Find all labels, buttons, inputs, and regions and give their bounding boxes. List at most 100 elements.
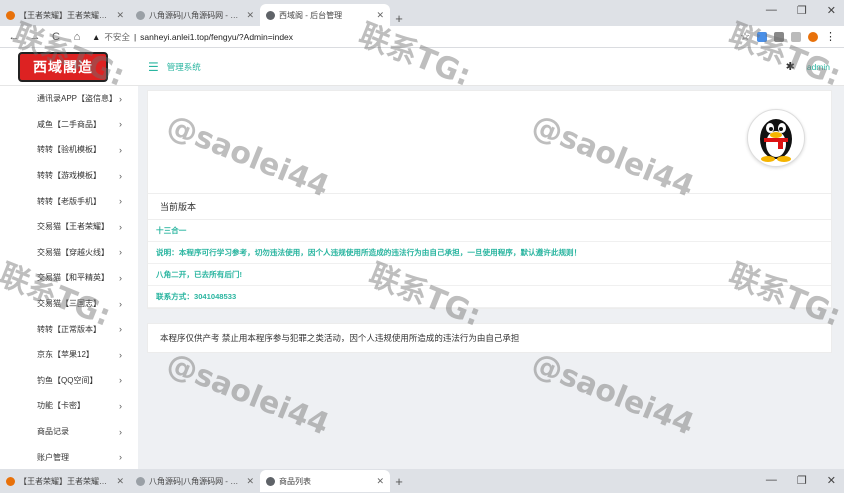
tab-label: 八角源码|八角源码网 - 打造国内…	[149, 476, 242, 486]
sidebar-item-label: 京东【苹果12】	[37, 350, 94, 360]
close-window-icon[interactable]: ✕	[827, 474, 836, 487]
back-icon[interactable]: ←	[8, 31, 20, 43]
chevron-right-icon: ›	[119, 298, 122, 309]
close-tab-icon[interactable]: ✕	[246, 476, 254, 487]
close-tab-icon[interactable]: ✕	[116, 476, 124, 487]
address-bar: ← → C ⌂ ▲ 不安全 | sanheyi.anlei1.top/fengy…	[0, 26, 844, 48]
card-banner	[148, 91, 831, 194]
minimize-icon[interactable]: —	[766, 474, 777, 487]
close-tab-icon[interactable]: ✕	[116, 10, 124, 21]
site-logo[interactable]: 西域閣造	[18, 51, 108, 82]
forward-icon[interactable]: →	[29, 31, 41, 43]
tab-label: 商品列表	[279, 476, 311, 486]
tab-label: 西域阁 - 后台管理	[279, 10, 343, 20]
settings-icon[interactable]: ✱	[786, 60, 795, 73]
chevron-right-icon: ›	[119, 119, 122, 130]
tab-label: 八角源码|八角源码网 - 打造国内…	[149, 10, 242, 20]
sidebar-item[interactable]: 转转【老版手机】 ›	[0, 188, 138, 214]
close-tab-icon[interactable]: ✕	[246, 10, 254, 21]
sidebar-item[interactable]: 咸鱼【二手商品】 ›	[0, 112, 138, 138]
sidebar-item-label: 交易猫【穿越火线】	[37, 247, 109, 257]
chevron-right-icon: ›	[119, 93, 122, 104]
info-line-backdoor: 八角二开，已去所有后门!	[148, 264, 831, 286]
favicon-icon	[6, 476, 15, 486]
info-line-contact: 联系方式：3041048533	[148, 286, 831, 308]
watermark-text: @saolei44	[161, 346, 334, 443]
star-icon[interactable]: ☆	[740, 30, 750, 43]
penguin-icon	[760, 119, 792, 162]
browser-tab-active[interactable]: 西域阁 - 后台管理 ✕	[260, 4, 390, 26]
sidebar-item-label: 通讯录APP【盗信息】	[37, 94, 118, 104]
sidebar-item[interactable]: 商品记录 ›	[0, 419, 138, 445]
user-area: ✱ admin	[786, 60, 830, 73]
window-controls: — ❐ ✕	[766, 4, 836, 17]
close-tab-icon[interactable]: ✕	[376, 10, 384, 21]
url-divider: |	[133, 31, 137, 42]
favicon-icon	[266, 10, 275, 20]
chevron-right-icon: ›	[119, 247, 122, 258]
sidebar-item[interactable]: 交易猫【和平精英】 ›	[0, 265, 138, 291]
sidebar-item-label: 转转【游戏模板】	[37, 171, 101, 181]
restore-icon[interactable]: ❐	[797, 474, 807, 487]
tab-label: 【王者荣耀】王者荣耀账号_8|彩…	[19, 476, 113, 486]
sidebar-item[interactable]: 交易猫【王者荣耀】 ›	[0, 214, 138, 240]
url-text[interactable]: sanheyi.anlei1.top/fengyu/?Admin=index	[140, 32, 293, 42]
sidebar-item-label: 转转【老版手机】	[37, 196, 101, 206]
reload-icon[interactable]: C	[50, 31, 62, 43]
sidebar-item[interactable]: 转转【验机模板】 ›	[0, 137, 138, 163]
home-icon[interactable]: ⌂	[71, 31, 83, 43]
url-field[interactable]: ▲ 不安全 | sanheyi.anlei1.top/fengyu/?Admin…	[92, 31, 731, 43]
menu-toggle-icon[interactable]: ☰	[148, 60, 159, 74]
browser-tab[interactable]: 八角源码|八角源码网 - 打造国内… ✕	[130, 470, 260, 492]
sidebar-item[interactable]: 交易猫【三国志】 ›	[0, 291, 138, 317]
close-window-icon[interactable]: ✕	[827, 4, 836, 17]
sidebar-item[interactable]: 账户管理 ›	[0, 444, 138, 469]
sidebar-item[interactable]: 转转【正常版本】 ›	[0, 316, 138, 342]
browser-tab[interactable]: 【王者荣耀】王者荣耀账号_8|彩… ✕	[0, 4, 130, 26]
version-title: 当前版本	[148, 194, 831, 220]
chevron-right-icon: ›	[119, 196, 122, 207]
extension-icon[interactable]	[757, 31, 767, 42]
browser-tab[interactable]: 【王者荣耀】王者荣耀账号_8|彩… ✕	[0, 470, 130, 492]
minimize-icon[interactable]: —	[766, 4, 777, 17]
extension-icon[interactable]	[808, 31, 818, 42]
chevron-right-icon: ›	[119, 400, 122, 411]
chevron-right-icon: ›	[119, 426, 122, 437]
version-card: 当前版本 十三合一 说明：本程序可行学习参考，切勿违法使用，因个人违规使用所造成…	[147, 90, 832, 309]
browser-tab-strip: 【王者荣耀】王者荣耀账号_8|彩… ✕ 八角源码|八角源码网 - 打造国内… ✕…	[0, 0, 844, 26]
sidebar: 通讯录APP【盗信息】 › 咸鱼【二手商品】 › 转转【验机模板】 › 转转【游戏模板】 › 转…	[0, 86, 138, 469]
info-line-notice: 说明：本程序可行学习参考，切勿违法使用，因个人违规使用所造成的违法行为由自己承担…	[148, 242, 831, 264]
sidebar-item[interactable]: 转转【游戏模板】 ›	[0, 163, 138, 189]
browser-tab-active[interactable]: 商品列表 ✕	[260, 470, 390, 492]
user-name[interactable]: admin	[807, 62, 830, 72]
sidebar-item[interactable]: 交易猫【穿越火线】 ›	[0, 240, 138, 266]
sidebar-item[interactable]: 京东【苹果12】 ›	[0, 342, 138, 368]
close-tab-icon[interactable]: ✕	[376, 476, 384, 487]
browser-menu-icon[interactable]: ⋮	[825, 30, 836, 43]
sidebar-item[interactable]: 钓鱼【QQ空间】 ›	[0, 368, 138, 394]
avatar[interactable]	[747, 109, 805, 167]
chevron-right-icon: ›	[119, 452, 122, 463]
browser-tab[interactable]: 八角源码|八角源码网 - 打造国内… ✕	[130, 4, 260, 26]
favicon-icon	[6, 10, 15, 20]
extension-icon[interactable]	[791, 31, 801, 42]
sidebar-item-label: 咸鱼【二手商品】	[37, 119, 101, 129]
window-controls: — ❐ ✕	[766, 474, 836, 487]
new-tab-button[interactable]: +	[390, 11, 408, 26]
sidebar-item-label: 交易猫【和平精英】	[37, 273, 109, 283]
favicon-icon	[136, 476, 145, 486]
sidebar-item-label: 交易猫【三国志】	[37, 299, 101, 309]
system-title: 管理系统	[166, 61, 201, 72]
chevron-right-icon: ›	[119, 144, 122, 155]
chevron-right-icon: ›	[119, 349, 122, 360]
sidebar-item[interactable]: 通讯录APP【盗信息】 ›	[0, 86, 138, 112]
restore-icon[interactable]: ❐	[797, 4, 807, 17]
watermark-text: @saolei44	[526, 346, 699, 443]
admin-header: 西域閣造 ☰ 管理系统 ✱ admin	[0, 48, 844, 86]
sidebar-item-label: 账户管理	[37, 452, 69, 462]
sidebar-item[interactable]: 功能【卡密】 ›	[0, 393, 138, 419]
new-tab-button[interactable]: +	[390, 474, 408, 489]
extension-icon[interactable]	[774, 31, 784, 42]
favicon-icon	[136, 10, 145, 20]
chevron-right-icon: ›	[119, 375, 122, 386]
